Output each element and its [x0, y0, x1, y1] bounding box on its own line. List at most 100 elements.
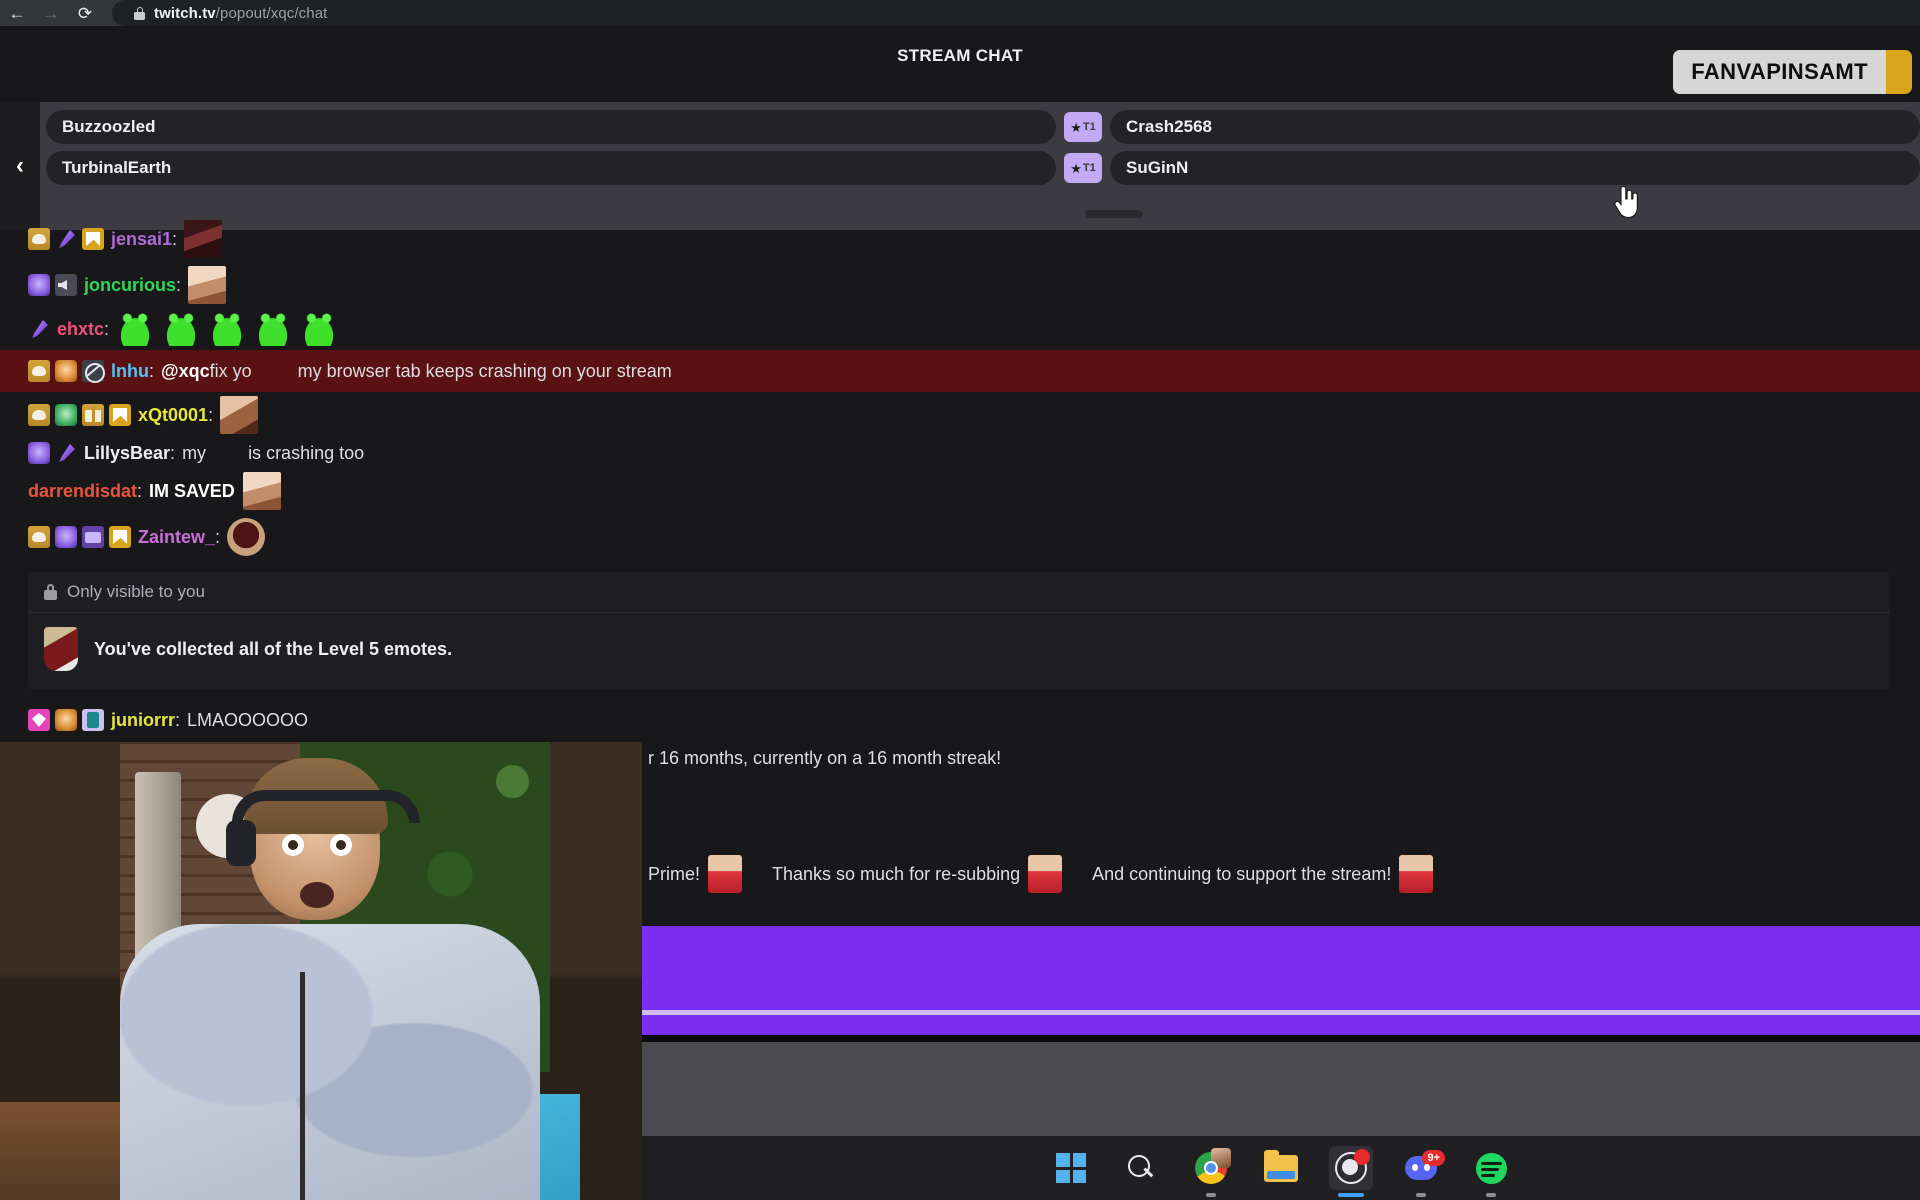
- pinned-left-name: TurbinalEarth: [46, 151, 1056, 185]
- obs-icon: [1335, 1149, 1370, 1184]
- chat-header: STREAM CHAT: [0, 26, 1920, 86]
- pinned-left-name: Buzzoozled: [46, 110, 1056, 144]
- badge-group: [28, 228, 104, 250]
- chat-text: IM SAVED: [149, 480, 235, 501]
- reload-icon[interactable]: ⟳: [68, 0, 102, 26]
- purple-sword-badge: [55, 442, 77, 464]
- headphones-icon: [232, 790, 420, 823]
- list-item[interactable]: ehxtc :: [0, 308, 1920, 350]
- purple-sword-badge: [28, 318, 50, 340]
- only-visible-label: Only visible to you: [67, 582, 205, 601]
- stream-webcam-overlay[interactable]: [0, 742, 642, 1200]
- running-indicator: [1416, 1193, 1426, 1197]
- chat-colon: :: [176, 274, 182, 295]
- sub-tier-badge: ★ T1: [1064, 112, 1102, 142]
- obs-button[interactable]: [1329, 1146, 1373, 1197]
- url-domain: twitch.tv: [154, 4, 216, 22]
- green-alien-emote: [208, 312, 247, 346]
- chat-username[interactable]: LillysBear: [84, 443, 170, 464]
- star-icon: ★: [1070, 119, 1082, 135]
- lock-icon: [44, 584, 57, 600]
- gold-crown-badge: [28, 360, 50, 382]
- floating-username-label: FANVAPINSAMT: [1673, 50, 1886, 94]
- chat-username[interactable]: darrendisdat: [28, 481, 137, 502]
- browser-toolbar: ← → ⟳ twitch.tv/popout/xqc/chat: [0, 0, 1920, 26]
- chat-username[interactable]: Zaintew_: [138, 527, 215, 548]
- back-arrow-icon[interactable]: ←: [0, 0, 34, 26]
- orange-dragon-badge: [55, 360, 77, 382]
- list-item[interactable]: joncurious :: [0, 262, 1920, 308]
- chat-text: LMAOOOOOO: [187, 709, 309, 730]
- chrome-button[interactable]: [1189, 1146, 1233, 1197]
- start-button[interactable]: [1049, 1146, 1093, 1190]
- webcam-floor: [0, 1102, 120, 1200]
- gift-badge: [82, 404, 104, 426]
- table-row[interactable]: Buzzoozled ★ T1 Crash2568: [46, 110, 1920, 144]
- list-item-highlighted[interactable]: lnhu : @xqc fix yo my browser tab keeps …: [0, 350, 1920, 392]
- chat-colon: :: [170, 442, 176, 463]
- list-item[interactable]: juniorrr : LMAOOOOOO: [0, 697, 1920, 735]
- chat-message-list: jensai1 : joncurious : ehxtc: lnhu: @x…: [0, 216, 1920, 735]
- chrome-icon: [1195, 1148, 1231, 1184]
- list-item[interactable]: jensai1 :: [0, 216, 1920, 262]
- chat-username[interactable]: joncurious: [84, 275, 176, 296]
- orange-dragon-badge: [55, 709, 77, 731]
- chat-username[interactable]: juniorrr: [111, 710, 175, 731]
- chat-username[interactable]: jensai1: [111, 229, 172, 250]
- pinned-right-name: Crash2568: [1110, 110, 1920, 144]
- list-item[interactable]: xQt0001 :: [0, 392, 1920, 438]
- only-visible-body: You've collected all of the Level 5 emot…: [28, 613, 1890, 689]
- moderator-badge: [109, 526, 131, 548]
- green-dragon-badge: [55, 404, 77, 426]
- green-alien-emote: [162, 312, 201, 346]
- resub-prime-text: Prime!: [648, 863, 701, 884]
- gold-crown-badge: [28, 526, 50, 548]
- list-item[interactable]: darrendisdat : IM SAVED: [0, 468, 1920, 514]
- moderator-badge: [82, 228, 104, 250]
- chat-colon: :: [137, 480, 143, 501]
- purple-sword-badge: [55, 228, 77, 250]
- list-item[interactable]: LillysBear : my is crashing too: [0, 438, 1920, 468]
- chat-username[interactable]: ehxtc: [57, 319, 104, 340]
- webcam-streamer-body: [120, 924, 540, 1200]
- badge-group: [28, 274, 77, 296]
- chat-colon: :: [175, 709, 181, 730]
- chevron-left-icon[interactable]: ‹: [0, 102, 40, 230]
- chrome-thumbnail-face: [1211, 1148, 1231, 1168]
- twitch-chat-panel: STREAM CHAT FANVAPINSAMT ‹ Buzzoozled ★ …: [0, 26, 1920, 1200]
- file-explorer-button[interactable]: [1259, 1146, 1303, 1190]
- sub-tier-badge: ★ T1: [1064, 153, 1102, 183]
- banner-black-strip: [642, 1035, 1920, 1042]
- search-button[interactable]: [1119, 1146, 1163, 1190]
- forward-arrow-icon[interactable]: →: [34, 0, 68, 26]
- muted-badge: [55, 274, 77, 296]
- chat-username[interactable]: xQt0001: [138, 405, 208, 426]
- recording-indicator-icon: [1354, 1149, 1370, 1165]
- star-icon: ★: [1070, 160, 1082, 176]
- list-item[interactable]: Zaintew_ :: [0, 514, 1920, 560]
- spotify-button[interactable]: [1469, 1146, 1513, 1197]
- badge-group: [28, 404, 131, 426]
- floating-username-badge[interactable]: FANVAPINSAMT: [1673, 50, 1912, 94]
- floating-badge-accent: [1886, 50, 1912, 94]
- badge-group: [28, 360, 105, 383]
- gold-crown-badge: [28, 404, 50, 426]
- sub-train-badge: [82, 526, 104, 548]
- folder-icon: [1264, 1149, 1298, 1182]
- table-row[interactable]: TurbinalEarth ★ T1 SuGinN: [46, 151, 1920, 185]
- spotify-icon: [1475, 1152, 1507, 1184]
- gold-crown-badge: [28, 228, 50, 250]
- discord-unread-badge: 9+: [1422, 1150, 1445, 1167]
- windows-start-icon: [1056, 1153, 1086, 1183]
- chat-colon: :: [215, 526, 221, 547]
- screaming-face-emote: [220, 396, 259, 434]
- running-indicator: [1486, 1193, 1496, 1197]
- chat-username[interactable]: lnhu: [111, 361, 149, 382]
- address-bar[interactable]: twitch.tv/popout/xqc/chat: [112, 0, 1920, 26]
- badge-group: [28, 442, 77, 464]
- pink-diamond-badge: [28, 709, 50, 731]
- webcam-cable: [300, 972, 305, 1200]
- chat-text: fix yo: [209, 360, 252, 381]
- discord-button[interactable]: 9+: [1399, 1146, 1445, 1197]
- purple-dragon-badge: [55, 526, 77, 548]
